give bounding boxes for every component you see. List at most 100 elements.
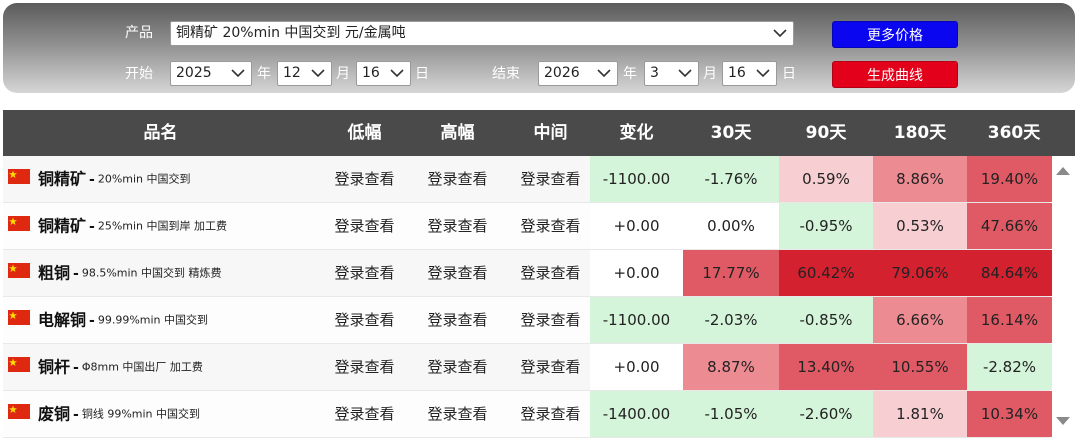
- separator-dash: -: [73, 265, 79, 282]
- product-name: 电解铜: [38, 310, 87, 330]
- row-mid[interactable]: 登录查看: [504, 203, 597, 249]
- product-spec: 98.5%min 中国交到 精炼费: [81, 266, 222, 280]
- separator-dash: -: [89, 312, 95, 329]
- row-180d: 0.53%: [873, 203, 967, 249]
- product-select-value: 铜精矿 20%min 中国交到 元/金属吨: [176, 25, 406, 41]
- row-high[interactable]: 登录查看: [411, 344, 504, 390]
- row-low[interactable]: 登录查看: [318, 297, 411, 343]
- row-high[interactable]: 登录查看: [411, 156, 504, 202]
- chevron-down-icon: [773, 29, 787, 38]
- start-year-value: 2025: [176, 65, 212, 81]
- end-day-value: 16: [728, 65, 746, 81]
- row-30d: -1.76%: [683, 156, 779, 202]
- product-name: 铜精矿: [38, 169, 87, 189]
- triangle-down-icon[interactable]: [1055, 416, 1071, 426]
- row-low[interactable]: 登录查看: [318, 391, 411, 437]
- china-flag-icon: [8, 169, 30, 184]
- table-row[interactable]: 铜精矿 -20%min 中国交到 登录查看 登录查看 登录查看 -1100.00 -1.76…: [3, 156, 1052, 203]
- table-row[interactable]: 粗铜 -98.5%min 中国交到 精炼费 登录查看 登录查看 登录查看 +0.00 17.…: [3, 250, 1052, 297]
- end-day-select[interactable]: 16: [722, 61, 777, 86]
- start-year-unit: 年: [257, 66, 271, 82]
- row-change: +0.00: [590, 250, 683, 296]
- table-row[interactable]: 铜精矿 -25%min 中国到岸 加工费 登录查看 登录查看 登录查看 +0.00 0.00…: [3, 203, 1052, 250]
- row-low[interactable]: 登录查看: [318, 250, 411, 296]
- table-row[interactable]: 铜杆 - Φ8mm 中国出厂 加工费 登录查看 登录查看 登录查看 +0.00 8.87% 13…: [3, 344, 1052, 391]
- start-month-value: 12: [283, 65, 301, 81]
- row-180d: 79.06%: [873, 250, 967, 296]
- start-month-select[interactable]: 12: [277, 61, 332, 86]
- row-low[interactable]: 登录查看: [318, 203, 411, 249]
- row-30d: 17.77%: [683, 250, 779, 296]
- row-90d: -0.85%: [779, 297, 873, 343]
- row-180d: 8.86%: [873, 156, 967, 202]
- china-flag-icon: [8, 357, 30, 372]
- row-change: -1100.00: [590, 297, 683, 343]
- end-label: 结束: [492, 66, 520, 82]
- chevron-down-icon: [311, 69, 325, 78]
- end-day-unit: 日: [782, 66, 796, 82]
- row-30d: -2.03%: [683, 297, 779, 343]
- header-mid: 中间: [533, 123, 568, 143]
- header-high: 高幅: [440, 123, 475, 143]
- row-mid[interactable]: 登录查看: [504, 297, 597, 343]
- end-year-value: 2026: [544, 65, 580, 81]
- china-flag-icon: [8, 216, 30, 231]
- product-select[interactable]: 铜精矿 20%min 中国交到 元/金属吨: [170, 21, 794, 46]
- end-month-select[interactable]: 3: [644, 61, 699, 86]
- row-high[interactable]: 登录查看: [411, 297, 504, 343]
- generate-curve-button[interactable]: 生成曲线: [832, 61, 958, 88]
- row-low[interactable]: 登录查看: [318, 156, 411, 202]
- end-month-value: 3: [650, 65, 659, 81]
- start-label: 开始: [125, 66, 153, 82]
- row-90d: -2.60%: [779, 391, 873, 437]
- row-180d: 1.81%: [873, 391, 967, 437]
- row-360d: 10.34%: [967, 391, 1052, 437]
- row-mid[interactable]: 登录查看: [504, 344, 597, 390]
- more-prices-button[interactable]: 更多价格: [832, 21, 958, 48]
- product-spec: 25%min 中国到岸 加工费: [97, 219, 228, 233]
- product-spec: Φ8mm 中国出厂 加工费: [81, 360, 203, 374]
- row-30d: -1.05%: [683, 391, 779, 437]
- product-name-cell[interactable]: 粗铜 -98.5%min 中国交到 精炼费: [3, 250, 318, 296]
- row-low[interactable]: 登录查看: [318, 344, 411, 390]
- row-change: +0.00: [590, 203, 683, 249]
- table-row[interactable]: 电解铜 -99.99%min 中国交到 登录查看 登录查看 登录查看 -1100.00 -2…: [3, 297, 1052, 344]
- separator-dash: -: [73, 406, 79, 423]
- chevron-down-icon: [390, 69, 404, 78]
- end-month-unit: 月: [703, 66, 717, 82]
- product-name-cell[interactable]: 铜精矿 -20%min 中国交到: [3, 156, 318, 202]
- start-year-select[interactable]: 2025: [170, 61, 252, 86]
- product-label: 产品: [125, 25, 153, 41]
- row-high[interactable]: 登录查看: [411, 391, 504, 437]
- row-mid[interactable]: 登录查看: [504, 391, 597, 437]
- row-high[interactable]: 登录查看: [411, 250, 504, 296]
- table-row[interactable]: 废铜 - 铜线 99%min 中国交到 登录查看 登录查看 登录查看 -1400.00 -1.…: [3, 391, 1052, 438]
- row-180d: 10.55%: [873, 344, 967, 390]
- product-name-cell[interactable]: 铜精矿 -25%min 中国到岸 加工费: [3, 203, 318, 249]
- product-name-cell[interactable]: 废铜 - 铜线 99%min 中国交到: [3, 391, 318, 437]
- row-mid[interactable]: 登录查看: [504, 250, 597, 296]
- row-mid[interactable]: 登录查看: [504, 156, 597, 202]
- separator-dash: -: [89, 218, 95, 235]
- end-year-select[interactable]: 2026: [538, 61, 618, 86]
- triangle-up-icon[interactable]: [1055, 166, 1071, 176]
- chevron-down-icon: [756, 69, 770, 78]
- row-change: +0.00: [590, 344, 683, 390]
- row-30d: 0.00%: [683, 203, 779, 249]
- row-90d: 13.40%: [779, 344, 873, 390]
- china-flag-icon: [8, 263, 30, 278]
- filter-bar: 产品 铜精矿 20%min 中国交到 元/金属吨 更多价格 开始 2025 年 …: [3, 3, 1075, 93]
- header-name: 品名: [143, 123, 178, 143]
- row-high[interactable]: 登录查看: [411, 203, 504, 249]
- header-180d: 180天: [893, 123, 947, 143]
- start-day-select[interactable]: 16: [356, 61, 411, 86]
- product-name: 铜杆: [38, 357, 71, 377]
- product-name-cell[interactable]: 铜杆 - Φ8mm 中国出厂 加工费: [3, 344, 318, 390]
- chevron-down-icon: [231, 69, 245, 78]
- product-name-cell[interactable]: 电解铜 -99.99%min 中国交到: [3, 297, 318, 343]
- product-spec: 铜线 99%min 中国交到: [81, 407, 201, 421]
- header-90d: 90天: [805, 123, 847, 143]
- end-year-unit: 年: [623, 66, 637, 82]
- row-90d: -0.95%: [779, 203, 873, 249]
- separator-dash: -: [73, 359, 79, 376]
